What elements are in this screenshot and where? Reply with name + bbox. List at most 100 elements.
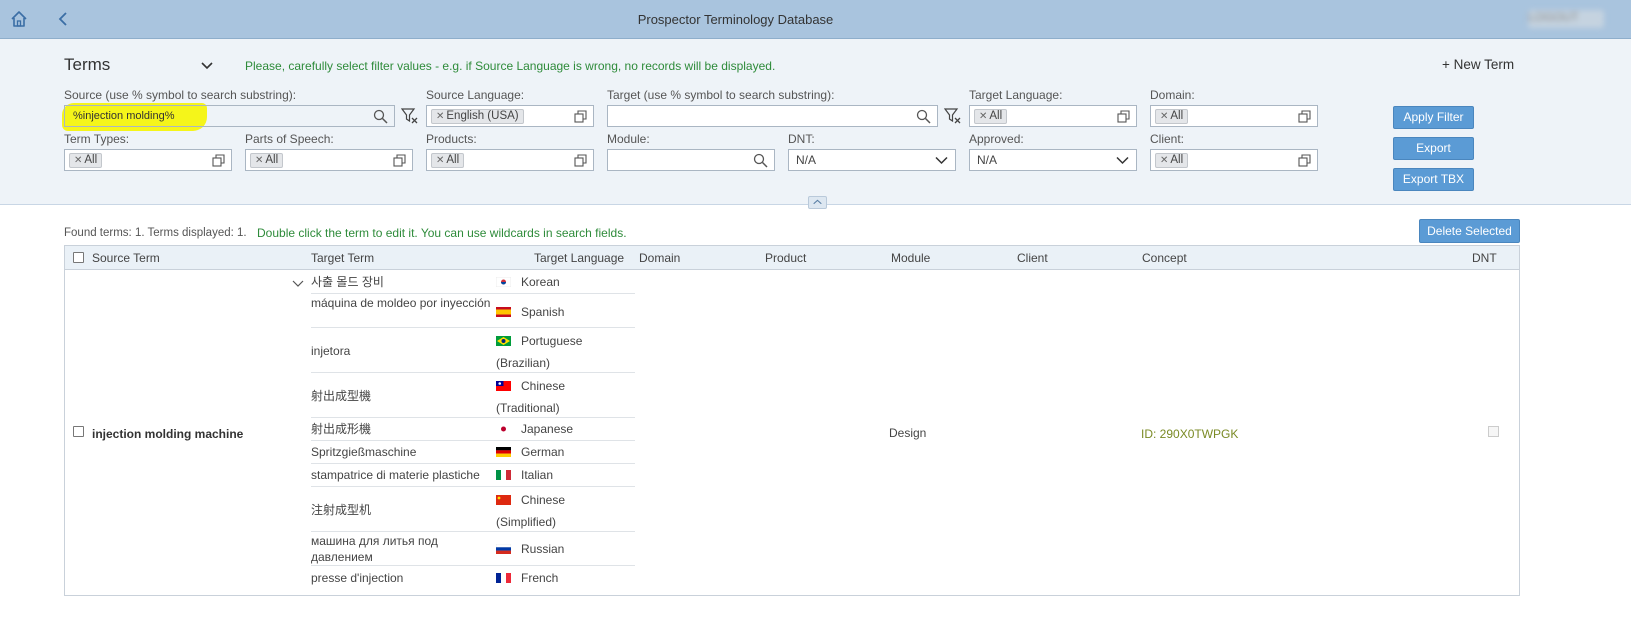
chevron-down-icon[interactable] — [292, 280, 304, 288]
source-input-value: %injection molding% — [73, 110, 175, 122]
target-row[interactable]: stampatrice di materie plastiche Italian — [311, 464, 635, 487]
domain-label: Domain: — [1150, 88, 1195, 102]
client-value: All — [1170, 154, 1184, 166]
target-term: máquina de moldeo por inyección — [311, 296, 491, 310]
target-row[interactable]: máquina de moldeo por inyección Spanish — [311, 294, 635, 328]
remove-icon[interactable]: ✕ — [979, 111, 987, 122]
column-header-domain[interactable]: Domain — [639, 251, 680, 265]
new-term-button[interactable]: + New Term — [1442, 57, 1514, 72]
clear-filter-icon[interactable] — [401, 107, 419, 125]
source-input[interactable]: %injection molding% — [64, 105, 395, 127]
expand-icon[interactable] — [1298, 154, 1311, 167]
target-row[interactable]: 注射成型机 Chinese (Simplified) — [311, 487, 635, 532]
client-select[interactable]: ✕ All — [1150, 149, 1318, 171]
column-header-concept[interactable]: Concept — [1142, 251, 1187, 265]
remove-icon[interactable]: ✕ — [1160, 155, 1168, 166]
source-term[interactable]: injection molding machine — [92, 427, 243, 441]
products-select[interactable]: ✕ All — [426, 149, 594, 171]
target-term: машина для литья под давлением — [311, 534, 438, 564]
approved-select[interactable]: N/A — [969, 149, 1137, 171]
source-language-label: Source Language: — [426, 88, 525, 102]
source-language-chip[interactable]: ✕ English (USA) — [431, 109, 524, 124]
target-language-select[interactable]: ✕ All — [969, 105, 1137, 127]
client-chip[interactable]: ✕ All — [1155, 153, 1189, 168]
target-row[interactable]: 射出成形機 Japanese — [311, 418, 635, 441]
column-header-target-term[interactable]: Target Term — [311, 251, 374, 265]
expand-icon[interactable] — [393, 154, 406, 167]
delete-selected-button[interactable]: Delete Selected — [1419, 219, 1520, 243]
chevron-down-icon[interactable] — [200, 61, 214, 71]
chevron-down-icon[interactable] — [1116, 156, 1129, 165]
domain-select[interactable]: ✕ All — [1150, 105, 1318, 127]
expand-icon[interactable] — [1117, 110, 1130, 123]
column-header-client[interactable]: Client — [1017, 251, 1048, 265]
products-value: All — [446, 154, 460, 166]
grid-header: Source Term Target Term Target Language … — [65, 246, 1519, 270]
target-row[interactable]: presse d'injection French — [311, 566, 635, 590]
remove-icon[interactable]: ✕ — [74, 155, 82, 166]
row-checkbox[interactable] — [73, 426, 84, 437]
target-term: stampatrice di materie plastiche — [311, 468, 480, 482]
terms-grid: Source Term Target Term Target Language … — [64, 245, 1520, 596]
target-language: French — [521, 571, 559, 585]
chevron-up-icon — [813, 199, 822, 205]
target-row[interactable]: 사출 몰드 장비 Korean — [311, 270, 635, 294]
dnt-select[interactable]: N/A — [788, 149, 956, 171]
target-row[interactable]: injetora Portuguese (Brazilian) — [311, 328, 635, 373]
target-row[interactable]: Spritzgießmaschine German — [311, 441, 635, 464]
target-term: injetora — [311, 344, 351, 358]
target-language: Spanish — [521, 305, 565, 319]
user-menu[interactable]: LOGOUT — [1528, 10, 1604, 28]
filter-warning: Please, carefully select filter values -… — [245, 59, 776, 73]
module-input[interactable] — [607, 149, 775, 171]
target-language-chip[interactable]: ✕ All — [974, 109, 1008, 124]
collapse-panel-button[interactable] — [808, 196, 827, 209]
chevron-down-icon[interactable] — [935, 156, 948, 165]
term-types-chip[interactable]: ✕ All — [69, 153, 103, 168]
target-language: German — [521, 445, 565, 459]
parts-of-speech-select[interactable]: ✕ All — [245, 149, 413, 171]
expand-icon[interactable] — [212, 154, 225, 167]
parts-of-speech-chip[interactable]: ✕ All — [250, 153, 284, 168]
select-all-checkbox[interactable] — [73, 252, 84, 263]
parts-of-speech-value: All — [265, 154, 279, 166]
target-language: Japanese — [521, 422, 574, 436]
search-icon[interactable] — [753, 153, 768, 168]
target-input[interactable] — [607, 105, 938, 127]
domain-value: All — [1170, 110, 1184, 122]
column-header-source-term[interactable]: Source Term — [92, 251, 160, 265]
remove-icon[interactable]: ✕ — [1160, 111, 1168, 122]
target-row[interactable]: 射出成型機 Chinese (Traditional) — [311, 373, 635, 418]
products-label: Products: — [426, 132, 477, 146]
module-value: Design — [889, 426, 927, 440]
products-chip[interactable]: ✕ All — [431, 153, 465, 168]
taiwan-flag-icon — [496, 381, 511, 391]
target-language-label: Target Language: — [969, 88, 1063, 102]
export-tbx-button[interactable]: Export TBX — [1393, 168, 1474, 191]
found-count: Found terms: 1. Terms displayed: 1. — [64, 227, 247, 239]
column-header-module[interactable]: Module — [891, 251, 930, 265]
expand-icon[interactable] — [1298, 110, 1311, 123]
concept-id[interactable]: ID: 290X0TWPGK — [1141, 427, 1238, 441]
france-flag-icon — [496, 573, 511, 583]
column-header-target-language[interactable]: Target Language — [534, 251, 624, 265]
column-header-product[interactable]: Product — [765, 251, 806, 265]
target-language-variant: (Simplified) — [496, 515, 557, 529]
target-row[interactable]: машина для литья под давлением Russian — [311, 532, 635, 566]
expand-icon[interactable] — [574, 154, 587, 167]
target-term: 사출 몰드 장비 — [311, 275, 384, 289]
remove-icon[interactable]: ✕ — [436, 111, 444, 122]
remove-icon[interactable]: ✕ — [255, 155, 263, 166]
expand-icon[interactable] — [574, 110, 587, 123]
term-types-select[interactable]: ✕ All — [64, 149, 232, 171]
clear-filter-icon[interactable] — [944, 107, 962, 125]
export-button[interactable]: Export — [1393, 137, 1474, 160]
search-icon[interactable] — [916, 109, 931, 124]
apply-filter-button[interactable]: Apply Filter — [1393, 106, 1474, 129]
source-language-select[interactable]: ✕ English (USA) — [426, 105, 594, 127]
search-icon[interactable] — [373, 109, 388, 124]
domain-chip[interactable]: ✕ All — [1155, 109, 1189, 124]
target-language-value: All — [989, 110, 1003, 122]
column-header-dnt[interactable]: DNT — [1472, 251, 1497, 265]
remove-icon[interactable]: ✕ — [436, 155, 444, 166]
